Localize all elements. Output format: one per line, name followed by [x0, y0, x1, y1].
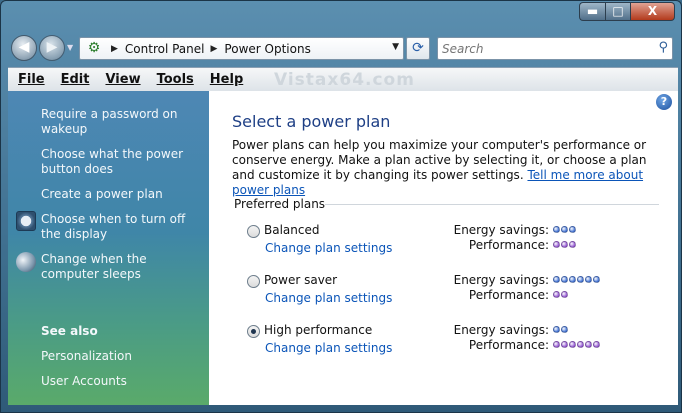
- performance-dot: [561, 241, 568, 248]
- task-create-plan[interactable]: Create a power plan: [41, 187, 201, 202]
- performance-label: Performance:: [468, 338, 549, 352]
- plan-power-saver: Power saver Change plan settings Energy …: [247, 273, 667, 309]
- plan-radio-high-performance[interactable]: [247, 325, 260, 338]
- breadcrumb-separator-icon[interactable]: ▶: [211, 44, 218, 54]
- energy-dot: [561, 226, 568, 233]
- performance-label: Performance:: [468, 238, 549, 252]
- performance-meter: [553, 241, 576, 248]
- performance-dot: [561, 291, 568, 298]
- navigation-bar: ◀ ▶ ▼ ⚙ ▶ Control Panel ▶ Power Options …: [1, 33, 681, 63]
- performance-dot: [553, 341, 560, 348]
- energy-savings-meter: [553, 326, 568, 333]
- performance-dot: [553, 291, 560, 298]
- plan-high-performance: High performance Change plan settings En…: [247, 323, 667, 359]
- refresh-button[interactable]: ⟳: [406, 37, 430, 60]
- forward-button[interactable]: ▶: [39, 35, 65, 61]
- menu-help[interactable]: Help: [210, 72, 243, 87]
- plan-name[interactable]: Balanced: [264, 223, 319, 237]
- back-button[interactable]: ◀: [11, 35, 37, 61]
- page-description: Power plans can help you maximize your c…: [232, 138, 662, 198]
- maximize-button[interactable]: □: [605, 2, 631, 21]
- energy-dot: [569, 226, 576, 233]
- performance-label: Performance:: [468, 288, 549, 302]
- energy-dot: [593, 276, 600, 283]
- energy-dot: [561, 326, 568, 333]
- task-pane: Require a password on wakeup Choose what…: [8, 91, 209, 405]
- watermark: Vistax64.com: [274, 70, 415, 90]
- energy-dot: [577, 276, 584, 283]
- energy-dot: [553, 326, 560, 333]
- performance-meter: [553, 291, 568, 298]
- page-title: Select a power plan: [232, 112, 391, 131]
- performance-dot: [593, 341, 600, 348]
- performance-dot: [553, 241, 560, 248]
- energy-savings-meter: [553, 226, 576, 233]
- preferred-plans-label: Preferred plans: [234, 197, 326, 211]
- plan-name[interactable]: Power saver: [264, 273, 337, 287]
- task-computer-sleeps[interactable]: Change when the computer sleeps: [41, 252, 201, 282]
- task-require-password[interactable]: Require a password on wakeup: [41, 107, 201, 137]
- close-button[interactable]: X: [631, 2, 675, 21]
- energy-savings-label: Energy savings:: [453, 223, 549, 237]
- see-also-heading: See also: [41, 324, 98, 338]
- address-bar[interactable]: ⚙ ▶ Control Panel ▶ Power Options ▼: [79, 37, 404, 60]
- performance-meter: [553, 341, 600, 348]
- energy-savings-meter: [553, 276, 600, 283]
- address-dropdown-icon[interactable]: ▼: [392, 42, 399, 52]
- energy-dot: [553, 226, 560, 233]
- change-plan-settings-link[interactable]: Change plan settings: [265, 241, 392, 255]
- plan-balanced: Balanced Change plan settings Energy sav…: [247, 223, 667, 259]
- plan-radio-power-saver[interactable]: [247, 275, 260, 288]
- power-options-window: ▬ □ X ◀ ▶ ▼ ⚙ ▶ Control Panel ▶ Power Op…: [0, 0, 682, 413]
- plan-name[interactable]: High performance: [264, 323, 372, 337]
- breadcrumb-separator-icon[interactable]: ▶: [111, 44, 118, 54]
- energy-dot: [585, 276, 592, 283]
- recent-pages-dropdown-icon[interactable]: ▼: [67, 43, 73, 52]
- search-icon[interactable]: ⚲: [658, 40, 668, 55]
- energy-dot: [561, 276, 568, 283]
- menu-edit[interactable]: Edit: [61, 72, 90, 87]
- energy-savings-label: Energy savings:: [453, 323, 549, 337]
- menu-bar: File Edit View Tools Help Vistax64.com: [8, 67, 678, 91]
- group-divider: [325, 204, 659, 205]
- control-panel-icon: ⚙: [87, 39, 101, 56]
- breadcrumb-power-options[interactable]: Power Options: [224, 42, 310, 56]
- performance-dot: [577, 341, 584, 348]
- performance-dot: [561, 341, 568, 348]
- search-input[interactable]: [442, 38, 642, 59]
- performance-dot: [585, 341, 592, 348]
- minimize-button[interactable]: ▬: [579, 2, 605, 21]
- performance-dot: [569, 341, 576, 348]
- see-also-user-accounts[interactable]: User Accounts: [41, 374, 201, 389]
- menu-tools[interactable]: Tools: [157, 72, 194, 87]
- task-turn-off-display[interactable]: Choose when to turn off the display: [41, 212, 201, 242]
- energy-dot: [569, 276, 576, 283]
- change-plan-settings-link[interactable]: Change plan settings: [265, 291, 392, 305]
- menu-file[interactable]: File: [18, 72, 45, 87]
- help-icon[interactable]: ?: [656, 94, 672, 110]
- menu-view[interactable]: View: [105, 72, 140, 87]
- see-also-personalization[interactable]: Personalization: [41, 349, 201, 364]
- search-box[interactable]: ⚲: [437, 37, 673, 60]
- monitor-clock-icon: [16, 211, 36, 231]
- task-power-button[interactable]: Choose what the power button does: [41, 147, 201, 177]
- main-content: ? Select a power plan Power plans can he…: [209, 91, 678, 405]
- energy-dot: [553, 276, 560, 283]
- change-plan-settings-link[interactable]: Change plan settings: [265, 341, 392, 355]
- plan-radio-balanced[interactable]: [247, 225, 260, 238]
- breadcrumb-control-panel[interactable]: Control Panel: [125, 42, 205, 56]
- caption-buttons: ▬ □ X: [579, 2, 675, 21]
- energy-savings-label: Energy savings:: [453, 273, 549, 287]
- sleep-moon-icon: [16, 252, 36, 272]
- performance-dot: [569, 241, 576, 248]
